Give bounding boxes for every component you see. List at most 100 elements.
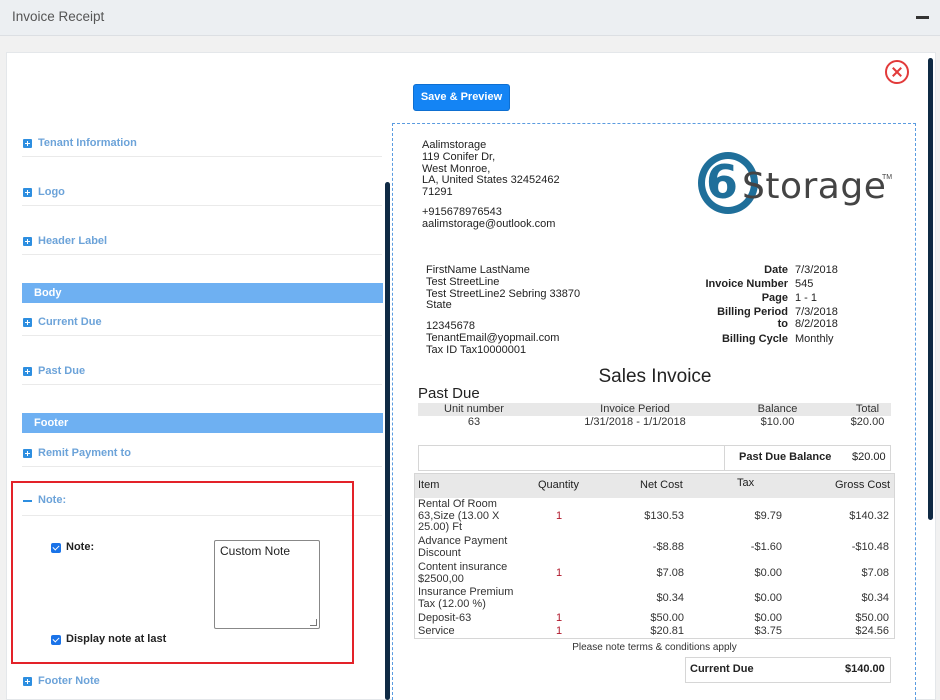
company-email: aalimstorage@outlook.com [422, 218, 556, 230]
invoice-number-value: 545 [795, 278, 814, 290]
company-zip: 71291 [422, 186, 453, 198]
accordion-footer-note[interactable]: Footer Note [22, 665, 382, 695]
company-phone: +915678976543 [422, 206, 502, 218]
item-tax-cell: $0.00 [754, 612, 782, 624]
item-tax-cell: $0.00 [754, 592, 782, 604]
date-value: 7/3/2018 [795, 264, 838, 276]
terms-text: Please note terms & conditions apply [572, 642, 737, 653]
6storage-logo: 6 Storage TM [698, 152, 898, 218]
accordion-label: Header Label [38, 235, 108, 247]
pd-cell-total: $20.00 [850, 416, 885, 428]
plus-icon [23, 139, 32, 148]
accordion-label: Current Due [38, 316, 102, 328]
tenant-email: TenantEmail@yopmail.com [426, 332, 560, 344]
item-gross-cost-cell: $0.34 [861, 592, 889, 604]
item-quantity-cell: 1 [556, 625, 563, 637]
accordion-label: Remit Payment to [38, 447, 131, 459]
accordion-current-due[interactable]: Current Due [22, 306, 382, 336]
billing-cycle-value: Monthly [795, 333, 834, 345]
item-net-cost-cell: $50.00 [650, 612, 684, 624]
item-name-cell: Content insurance $2500,00 [418, 561, 508, 585]
accordion-label: Footer Note [38, 675, 100, 687]
pd-header-unit: Unit number [444, 403, 504, 415]
item-gross-cost-cell: $7.08 [861, 567, 889, 579]
tenant-name: FirstName LastName [426, 264, 530, 276]
current-due-value: $140.00 [845, 663, 885, 675]
pd-cell-unit: 63 [467, 416, 481, 428]
plus-icon [23, 449, 32, 458]
company-address-line1: 119 Conifer Dr, [422, 151, 496, 163]
item-net-cost-cell: $7.08 [656, 567, 684, 579]
item-quantity-cell: 1 [556, 567, 563, 579]
page-label: Page [761, 292, 788, 304]
page-value: 1 - 1 [795, 292, 818, 304]
items-header-net-cost: Net Cost [640, 479, 683, 491]
billing-period-to-label: to [777, 318, 788, 330]
current-due-label: Current Due [690, 663, 754, 675]
save-preview-button[interactable]: Save & Preview [413, 84, 510, 111]
plus-icon [23, 188, 32, 197]
plus-icon [23, 677, 32, 686]
tenant-phone: 12345678 [426, 320, 475, 332]
minimize-icon[interactable] [916, 10, 930, 24]
note-highlight-box [11, 481, 354, 664]
billing-period-end: 8/2/2018 [795, 318, 838, 330]
pd-header-period: Invoice Period [600, 403, 670, 415]
past-due-balance-label: Past Due Balance [739, 451, 832, 463]
accordion-header-label[interactable]: Header Label [22, 225, 382, 255]
close-icon[interactable] [885, 60, 909, 84]
item-name-cell: Service [418, 625, 455, 637]
logo-six: 6 [706, 155, 739, 209]
billing-period-label: Billing Period [717, 306, 788, 318]
items-header-tax: Tax [737, 477, 755, 489]
accordion-logo[interactable]: Logo [22, 176, 382, 206]
item-name-cell: Advance Payment Discount [418, 535, 508, 559]
tenant-state: State [426, 299, 452, 311]
accordion-past-due[interactable]: Past Due [22, 355, 382, 385]
items-header-item: Item [418, 479, 440, 491]
plus-icon [23, 367, 32, 376]
plus-icon [23, 237, 32, 246]
section-footer: Footer [22, 413, 383, 433]
item-net-cost-cell: $20.81 [650, 625, 684, 637]
accordion-label: Tenant Information [38, 137, 137, 149]
accordion-remit-payment[interactable]: Remit Payment to [22, 437, 382, 467]
item-quantity-cell: 1 [556, 612, 563, 624]
pd-header-balance: Balance [757, 403, 798, 415]
company-name: Aalimstorage [422, 139, 487, 151]
tenant-street1: Test StreetLine [426, 276, 500, 288]
left-scrollbar[interactable] [385, 182, 390, 700]
item-name-cell: Insurance Premium Tax (12.00 %) [418, 586, 514, 610]
logo-wordmark: Storage [742, 166, 887, 207]
right-scrollbar[interactable] [928, 58, 933, 520]
items-header-gross-cost: Gross Cost [835, 479, 891, 491]
past-due-balance-value: $20.00 [852, 451, 886, 463]
sales-invoice-title: Sales Invoice [598, 366, 712, 387]
divider [724, 446, 725, 470]
item-gross-cost-cell: $24.56 [855, 625, 889, 637]
window-header: Invoice Receipt [0, 0, 940, 36]
item-net-cost-cell: -$8.88 [652, 541, 684, 553]
company-state-line: LA, United States 32452462 [422, 174, 560, 186]
pd-cell-period: 1/31/2018 - 1/1/2018 [584, 416, 686, 428]
plus-icon [23, 318, 32, 327]
item-tax-cell: $9.79 [754, 510, 782, 522]
item-net-cost-cell: $130.53 [644, 510, 684, 522]
window-title: Invoice Receipt [12, 9, 105, 24]
item-gross-cost-cell: $140.32 [849, 510, 889, 522]
item-quantity-cell: 1 [556, 510, 563, 522]
item-gross-cost-cell: $50.00 [855, 612, 889, 624]
item-tax-cell: $3.75 [754, 625, 782, 637]
accordion-label: Past Due [38, 365, 86, 377]
logo-trademark: TM [882, 174, 893, 181]
invoice-number-label: Invoice Number [705, 278, 788, 290]
items-header-quantity: Quantity [538, 479, 579, 491]
item-tax-cell: -$1.60 [750, 541, 782, 553]
date-label: Date [764, 264, 788, 276]
billing-cycle-label: Billing Cycle [721, 333, 788, 345]
item-name-cell: Deposit-63 [418, 612, 472, 624]
accordion-tenant-information[interactable]: Tenant Information [22, 127, 382, 157]
billing-period-start: 7/3/2018 [795, 306, 838, 318]
item-tax-cell: $0.00 [754, 567, 782, 579]
pd-cell-balance: $10.00 [760, 416, 795, 428]
